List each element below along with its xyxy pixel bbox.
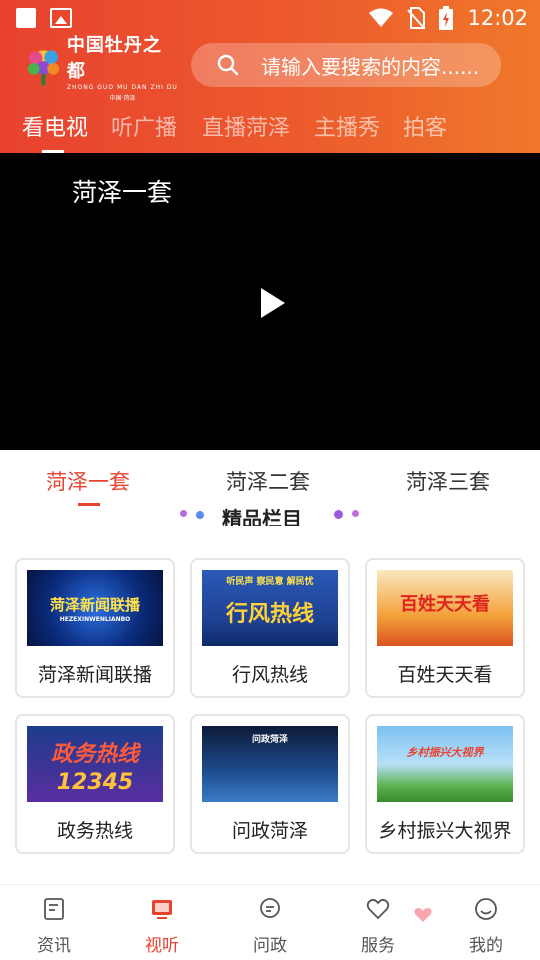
nav-label: 我的: [469, 936, 503, 956]
nav-av[interactable]: 视听: [122, 897, 202, 956]
channel-heze-1[interactable]: 菏泽一套: [46, 466, 130, 496]
battery-icon: [439, 6, 454, 30]
video-channel-title: 菏泽一套: [72, 178, 173, 207]
thumbnail-subtitle: 听民声 察民意 解民忧: [226, 577, 314, 587]
channel-indicator: [78, 503, 100, 506]
nav-label: 问政: [253, 936, 287, 956]
nav-inquiry[interactable]: 问政: [230, 897, 310, 956]
bottom-navigation: 资讯 视听 问政 服务 我的: [0, 884, 540, 960]
nav-label: 资讯: [37, 936, 71, 956]
program-label: 菏泽新闻联播: [37, 664, 152, 686]
search-bar[interactable]: 请输入要搜索的内容......: [191, 43, 501, 87]
program-thumbnail: 百姓天天看: [377, 570, 513, 646]
program-thumbnail: 听民声 察民意 解民忧 行风热线: [202, 570, 338, 646]
app-header: 12:02 中国牡丹之都 ZHONG GUO MU DAN ZHI DU 中国·…: [0, 0, 540, 153]
decor-dot: [334, 510, 343, 519]
program-label: 问政菏泽: [231, 820, 308, 842]
tv-icon: [152, 900, 172, 919]
brand-subtitle: ZHONG GUO MU DAN ZHI DU: [66, 83, 178, 91]
thumbnail-title: 乡村振兴大视界: [406, 746, 484, 759]
nav-profile[interactable]: 我的: [446, 897, 526, 956]
clock: 12:02: [467, 6, 528, 30]
no-sim-icon: [407, 7, 426, 29]
program-thumbnail: 菏泽新闻联播 HEZEXINWENLIANBO: [27, 570, 163, 646]
section-title: 精品栏目: [222, 507, 302, 526]
program-label: 百姓天天看: [397, 664, 493, 686]
program-label: 乡村振兴大视界: [378, 820, 512, 842]
nav-label: 服务: [361, 936, 395, 956]
nav-label: 视听: [145, 936, 179, 956]
program-thumbnail: 乡村振兴大视界: [377, 726, 513, 802]
tab-anchor-show[interactable]: 主播秀: [314, 110, 380, 142]
brand-location: 中国·菏泽: [109, 94, 136, 102]
program-card[interactable]: 菏泽新闻联播 HEZEXINWENLIANBO 菏泽新闻联播: [15, 558, 175, 698]
decor-dot: [180, 510, 187, 517]
program-card[interactable]: 政务热线 12345 政务热线: [15, 714, 175, 854]
top-tabs: 看电视 听广播 直播菏泽 主播秀 拍客: [0, 108, 540, 153]
play-icon[interactable]: [259, 286, 287, 320]
news-icon: [44, 898, 64, 920]
notification-icon: [16, 8, 36, 28]
program-label: 政务热线: [56, 820, 133, 842]
thumbnail-title: 问政菏泽: [251, 735, 288, 745]
program-card[interactable]: 听民声 察民意 解民忧 行风热线 行风热线: [190, 558, 350, 698]
wifi-icon: [369, 8, 394, 27]
program-card[interactable]: 百姓天天看 百姓天天看: [365, 558, 525, 698]
heart-icon: [366, 898, 390, 920]
tab-reporter[interactable]: 拍客: [403, 110, 447, 142]
thumbnail-title: 百姓天天看: [400, 594, 490, 615]
heart-decor-icon: [414, 908, 432, 922]
chat-icon: [260, 898, 280, 918]
profile-icon: [475, 898, 497, 920]
thumbnail-title: 菏泽新闻联播: [49, 596, 140, 614]
image-icon: [50, 8, 72, 28]
thumbnail-subtitle: HEZEXINWENLIANBO: [59, 616, 131, 623]
channel-heze-2[interactable]: 菏泽二套: [226, 466, 310, 496]
program-thumbnail: 问政菏泽: [202, 726, 338, 802]
nav-news[interactable]: 资讯: [14, 897, 94, 956]
peony-logo-icon: [27, 50, 60, 86]
decor-dot: [196, 511, 204, 519]
brand-title: 中国牡丹之都: [66, 34, 162, 82]
thumbnail-subtitle: 12345: [56, 770, 134, 795]
decor-dot: [352, 510, 359, 517]
tab-radio[interactable]: 听广播: [111, 110, 177, 142]
search-placeholder: 请输入要搜索的内容......: [261, 54, 480, 79]
brand-logo: 中国牡丹之都 ZHONG GUO MU DAN ZHI DU 中国·菏泽: [22, 35, 178, 102]
program-label: 行风热线: [231, 664, 308, 686]
channel-heze-3[interactable]: 菏泽三套: [406, 466, 490, 496]
program-thumbnail: 政务热线 12345: [27, 726, 163, 802]
thumbnail-title: 政务热线: [50, 742, 139, 767]
nav-service[interactable]: 服务: [338, 897, 418, 956]
tab-live-heze[interactable]: 直播菏泽: [202, 110, 290, 142]
program-card[interactable]: 乡村振兴大视界 乡村振兴大视界: [365, 714, 525, 854]
thumbnail-title: 行风热线: [225, 601, 314, 627]
video-player[interactable]: 菏泽一套: [0, 153, 540, 450]
search-icon: [217, 54, 239, 76]
program-card[interactable]: 问政菏泽 问政菏泽: [190, 714, 350, 854]
tab-watch-tv[interactable]: 看电视: [22, 110, 88, 142]
